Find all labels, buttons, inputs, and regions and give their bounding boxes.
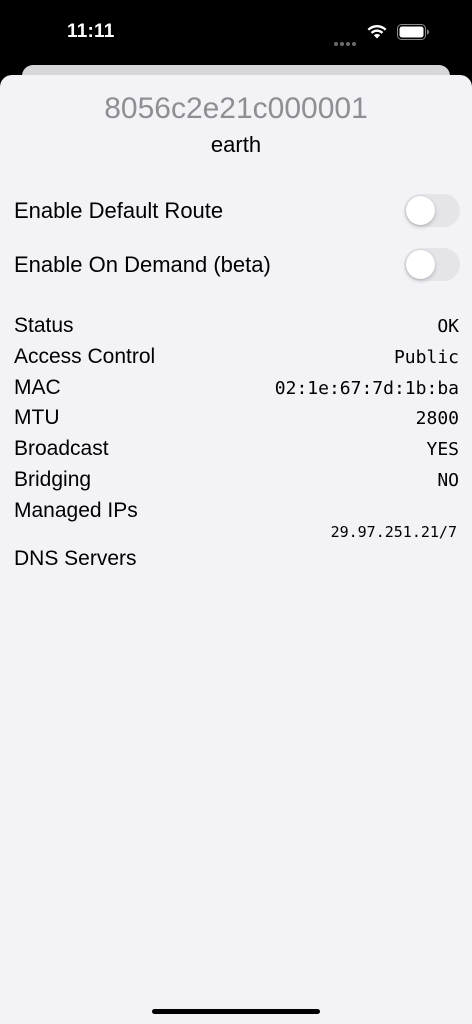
cellular-signal-icon xyxy=(334,33,358,46)
managed-ips-label: Managed IPs xyxy=(14,499,138,522)
mac-value: 02:1e:67:7d:1b:ba xyxy=(274,378,459,399)
broadcast-row: Broadcast YES xyxy=(14,437,460,463)
on-demand-row: Enable On Demand (beta) xyxy=(14,248,460,282)
on-demand-label: Enable On Demand (beta) xyxy=(14,252,271,277)
default-route-row: Enable Default Route xyxy=(14,194,460,228)
mtu-row: MTU 2800 xyxy=(14,406,460,432)
access-control-row: Access Control Public xyxy=(14,345,460,371)
default-route-label: Enable Default Route xyxy=(14,198,224,223)
broadcast-label: Broadcast xyxy=(14,437,109,460)
access-control-value: Public xyxy=(393,347,459,368)
broadcast-value: YES xyxy=(426,439,459,460)
access-control-label: Access Control xyxy=(14,345,156,368)
status-label: Status xyxy=(14,314,74,337)
status-value: OK xyxy=(437,316,459,337)
dns-servers-label: DNS Servers xyxy=(14,547,137,570)
dns-servers-row: DNS Servers xyxy=(14,547,460,573)
network-name: earth xyxy=(210,132,262,157)
network-id: 8056c2e21c000001 xyxy=(104,92,368,125)
mac-row: MAC 02:1e:67:7d:1b:ba xyxy=(14,376,460,402)
mtu-label: MTU xyxy=(14,406,60,429)
toggle-knob xyxy=(406,196,435,225)
battery-icon xyxy=(397,24,429,40)
status-time: 11:11 xyxy=(67,21,115,42)
status-bar: 11:11 xyxy=(0,0,472,62)
wifi-icon xyxy=(367,24,387,39)
bridging-row: Bridging NO xyxy=(14,468,460,494)
network-detail-sheet: 8056c2e21c000001 earth Enable Default Ro… xyxy=(0,75,472,1024)
default-route-toggle[interactable] xyxy=(404,194,460,227)
status-row: Status OK xyxy=(14,314,460,340)
mac-label: MAC xyxy=(14,376,61,399)
on-demand-toggle[interactable] xyxy=(404,248,460,281)
home-indicator[interactable] xyxy=(152,1009,320,1014)
mtu-value: 2800 xyxy=(415,408,459,429)
bridging-value: NO xyxy=(437,470,459,491)
toggle-knob xyxy=(406,250,435,279)
managed-ips-row: Managed IPs xyxy=(14,499,460,525)
bridging-label: Bridging xyxy=(14,468,92,491)
managed-ip-value: 29.97.251.21/7 xyxy=(330,523,457,541)
